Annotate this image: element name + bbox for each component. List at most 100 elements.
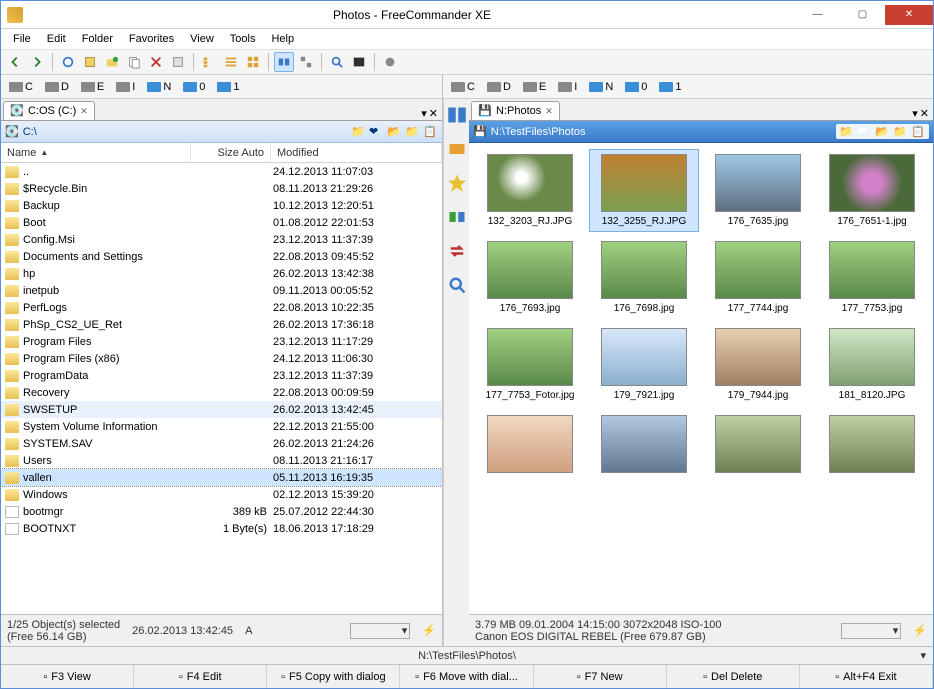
file-row[interactable]: inetpub09.11.2013 00:05:52 [1,282,442,299]
tab-close-all-icon[interactable]: ✕ [429,107,438,120]
thumbnail[interactable]: 179_7944.jpg [703,323,813,406]
copy-path-icon[interactable]: 📋 [911,125,926,138]
properties-icon[interactable] [168,52,188,72]
search-icon[interactable] [327,52,347,72]
drive-e-right[interactable]: E [519,80,550,94]
panel-layout-icon[interactable] [447,105,467,125]
fn-f6[interactable]: ▫F6 Move with dial... [400,665,533,688]
edit-icon[interactable] [80,52,100,72]
fn-del[interactable]: ▫Del Delete [667,665,800,688]
drive-d-right[interactable]: D [483,80,515,94]
copy-path-icon[interactable]: 📋 [423,125,438,138]
fn-alt+f4[interactable]: ▫Alt+F4 Exit [800,665,933,688]
file-row[interactable]: Recovery22.08.2013 00:09:59 [1,384,442,401]
thumbnail[interactable]: 177_7744.jpg [703,236,813,319]
filter-toggle-icon[interactable]: ⚡ [913,624,927,637]
zoom-icon[interactable] [447,275,467,295]
favorites-star-icon[interactable] [447,173,467,193]
thumbnail[interactable]: 181_8120.JPG [817,323,927,406]
thumbnail[interactable]: 132_3255_RJ.JPG [589,149,699,232]
back-button[interactable] [5,52,25,72]
drive-1-right[interactable]: 1 [655,80,685,94]
file-row[interactable]: Windows02.12.2013 15:39:20 [1,486,442,503]
menu-view[interactable]: View [182,31,222,47]
file-row[interactable]: $Recycle.Bin08.11.2013 21:29:26 [1,180,442,197]
history-icon[interactable]: 📂 [875,125,890,138]
thumbnail[interactable]: 177_7753_Fotor.jpg [475,323,585,406]
view-list-icon[interactable] [199,52,219,72]
drive-0-right[interactable]: 0 [621,80,651,94]
file-row[interactable]: hp26.02.2013 13:42:38 [1,265,442,282]
file-row[interactable]: Users08.11.2013 21:16:17 [1,452,442,469]
thumbnail[interactable]: 176_7651-1.jpg [817,149,927,232]
drive-n-left[interactable]: N [143,80,175,94]
drive-i-right[interactable]: I [554,80,581,94]
path-dropdown-icon[interactable]: ▾ [920,649,926,662]
drive-e-left[interactable]: E [77,80,108,94]
favorite-icon[interactable]: ❤ [369,125,384,138]
menu-edit[interactable]: Edit [39,31,74,47]
thumbnail[interactable] [589,410,699,482]
file-row[interactable]: BOOTNXT1 Byte(s)18.06.2013 17:18:29 [1,520,442,537]
file-row[interactable]: System Volume Information22.12.2013 21:5… [1,418,442,435]
file-row[interactable]: SYSTEM.SAV26.02.2013 21:24:26 [1,435,442,452]
file-row[interactable]: Documents and Settings22.08.2013 09:45:5… [1,248,442,265]
copy-icon[interactable] [124,52,144,72]
file-row[interactable]: ..24.12.2013 11:07:03 [1,163,442,180]
sync-folders-icon[interactable] [447,241,467,261]
refresh-icon[interactable] [58,52,78,72]
right-path[interactable]: N:\TestFiles\Photos [491,126,586,138]
favorite-icon[interactable]: ❤ [857,125,872,138]
filter-icon[interactable]: 📁 [893,125,908,138]
drive-c-left[interactable]: C [5,80,37,94]
close-button[interactable]: ✕ [885,5,933,25]
file-list[interactable]: ..24.12.2013 11:07:03$Recycle.Bin08.11.2… [1,163,442,614]
file-row[interactable]: Backup10.12.2013 12:20:51 [1,197,442,214]
column-name[interactable]: Name▲ [1,143,191,162]
thumbnail-grid[interactable]: 132_3203_RJ.JPG132_3255_RJ.JPG176_7635.j… [469,143,933,614]
thumbnail[interactable] [703,410,813,482]
settings-icon[interactable] [380,52,400,72]
swap-panels-icon[interactable] [447,139,467,159]
folder-icon[interactable]: 📁 [839,125,854,138]
thumbnail[interactable]: 177_7753.jpg [817,236,927,319]
history-icon[interactable]: 📂 [387,125,402,138]
fn-f4[interactable]: ▫F4 Edit [134,665,267,688]
right-tab[interactable]: 💾 N:Photos ✕ [471,101,560,120]
filter-dropdown[interactable]: ▾ [841,623,901,639]
minimize-button[interactable]: — [795,5,840,25]
terminal-icon[interactable] [349,52,369,72]
thumbnail[interactable] [817,410,927,482]
menu-help[interactable]: Help [263,31,302,47]
folder-icon[interactable]: 📁 [351,125,366,138]
filter-toggle-icon[interactable]: ⚡ [422,624,436,637]
fn-f7[interactable]: ▫F7 New [534,665,667,688]
view-details-icon[interactable] [221,52,241,72]
thumbnail[interactable]: 176_7693.jpg [475,236,585,319]
path-drive-icon[interactable]: 💾 [473,125,487,138]
thumbnail[interactable]: 176_7698.jpg [589,236,699,319]
drive-1-left[interactable]: 1 [213,80,243,94]
file-row[interactable]: Program Files23.12.2013 11:17:29 [1,333,442,350]
drive-c-right[interactable]: C [447,80,479,94]
tab-close-icon[interactable]: ✕ [80,106,88,117]
left-tab[interactable]: 💽 C:OS (C:) ✕ [3,101,95,120]
fn-f3[interactable]: ▫F3 View [1,665,134,688]
drive-i-left[interactable]: I [112,80,139,94]
left-path[interactable]: C:\ [23,126,37,138]
thumbnail[interactable]: 176_7635.jpg [703,149,813,232]
compare-icon[interactable] [447,207,467,227]
file-row[interactable]: Config.Msi23.12.2013 11:37:39 [1,231,442,248]
thumbnail[interactable] [475,410,585,482]
tab-dropdown-icon[interactable]: ▾ [912,107,918,120]
new-folder-icon[interactable] [102,52,122,72]
maximize-button[interactable]: ▢ [840,5,885,25]
tab-close-all-icon[interactable]: ✕ [920,107,929,120]
tab-dropdown-icon[interactable]: ▾ [421,107,427,120]
path-drive-icon[interactable]: 💽 [5,125,19,138]
menu-tools[interactable]: Tools [222,31,264,47]
file-row[interactable]: PerfLogs22.08.2013 10:22:35 [1,299,442,316]
sync-icon[interactable] [274,52,294,72]
file-row[interactable]: PhSp_CS2_UE_Ret26.02.2013 17:36:18 [1,316,442,333]
file-row[interactable]: Boot01.08.2012 22:01:53 [1,214,442,231]
